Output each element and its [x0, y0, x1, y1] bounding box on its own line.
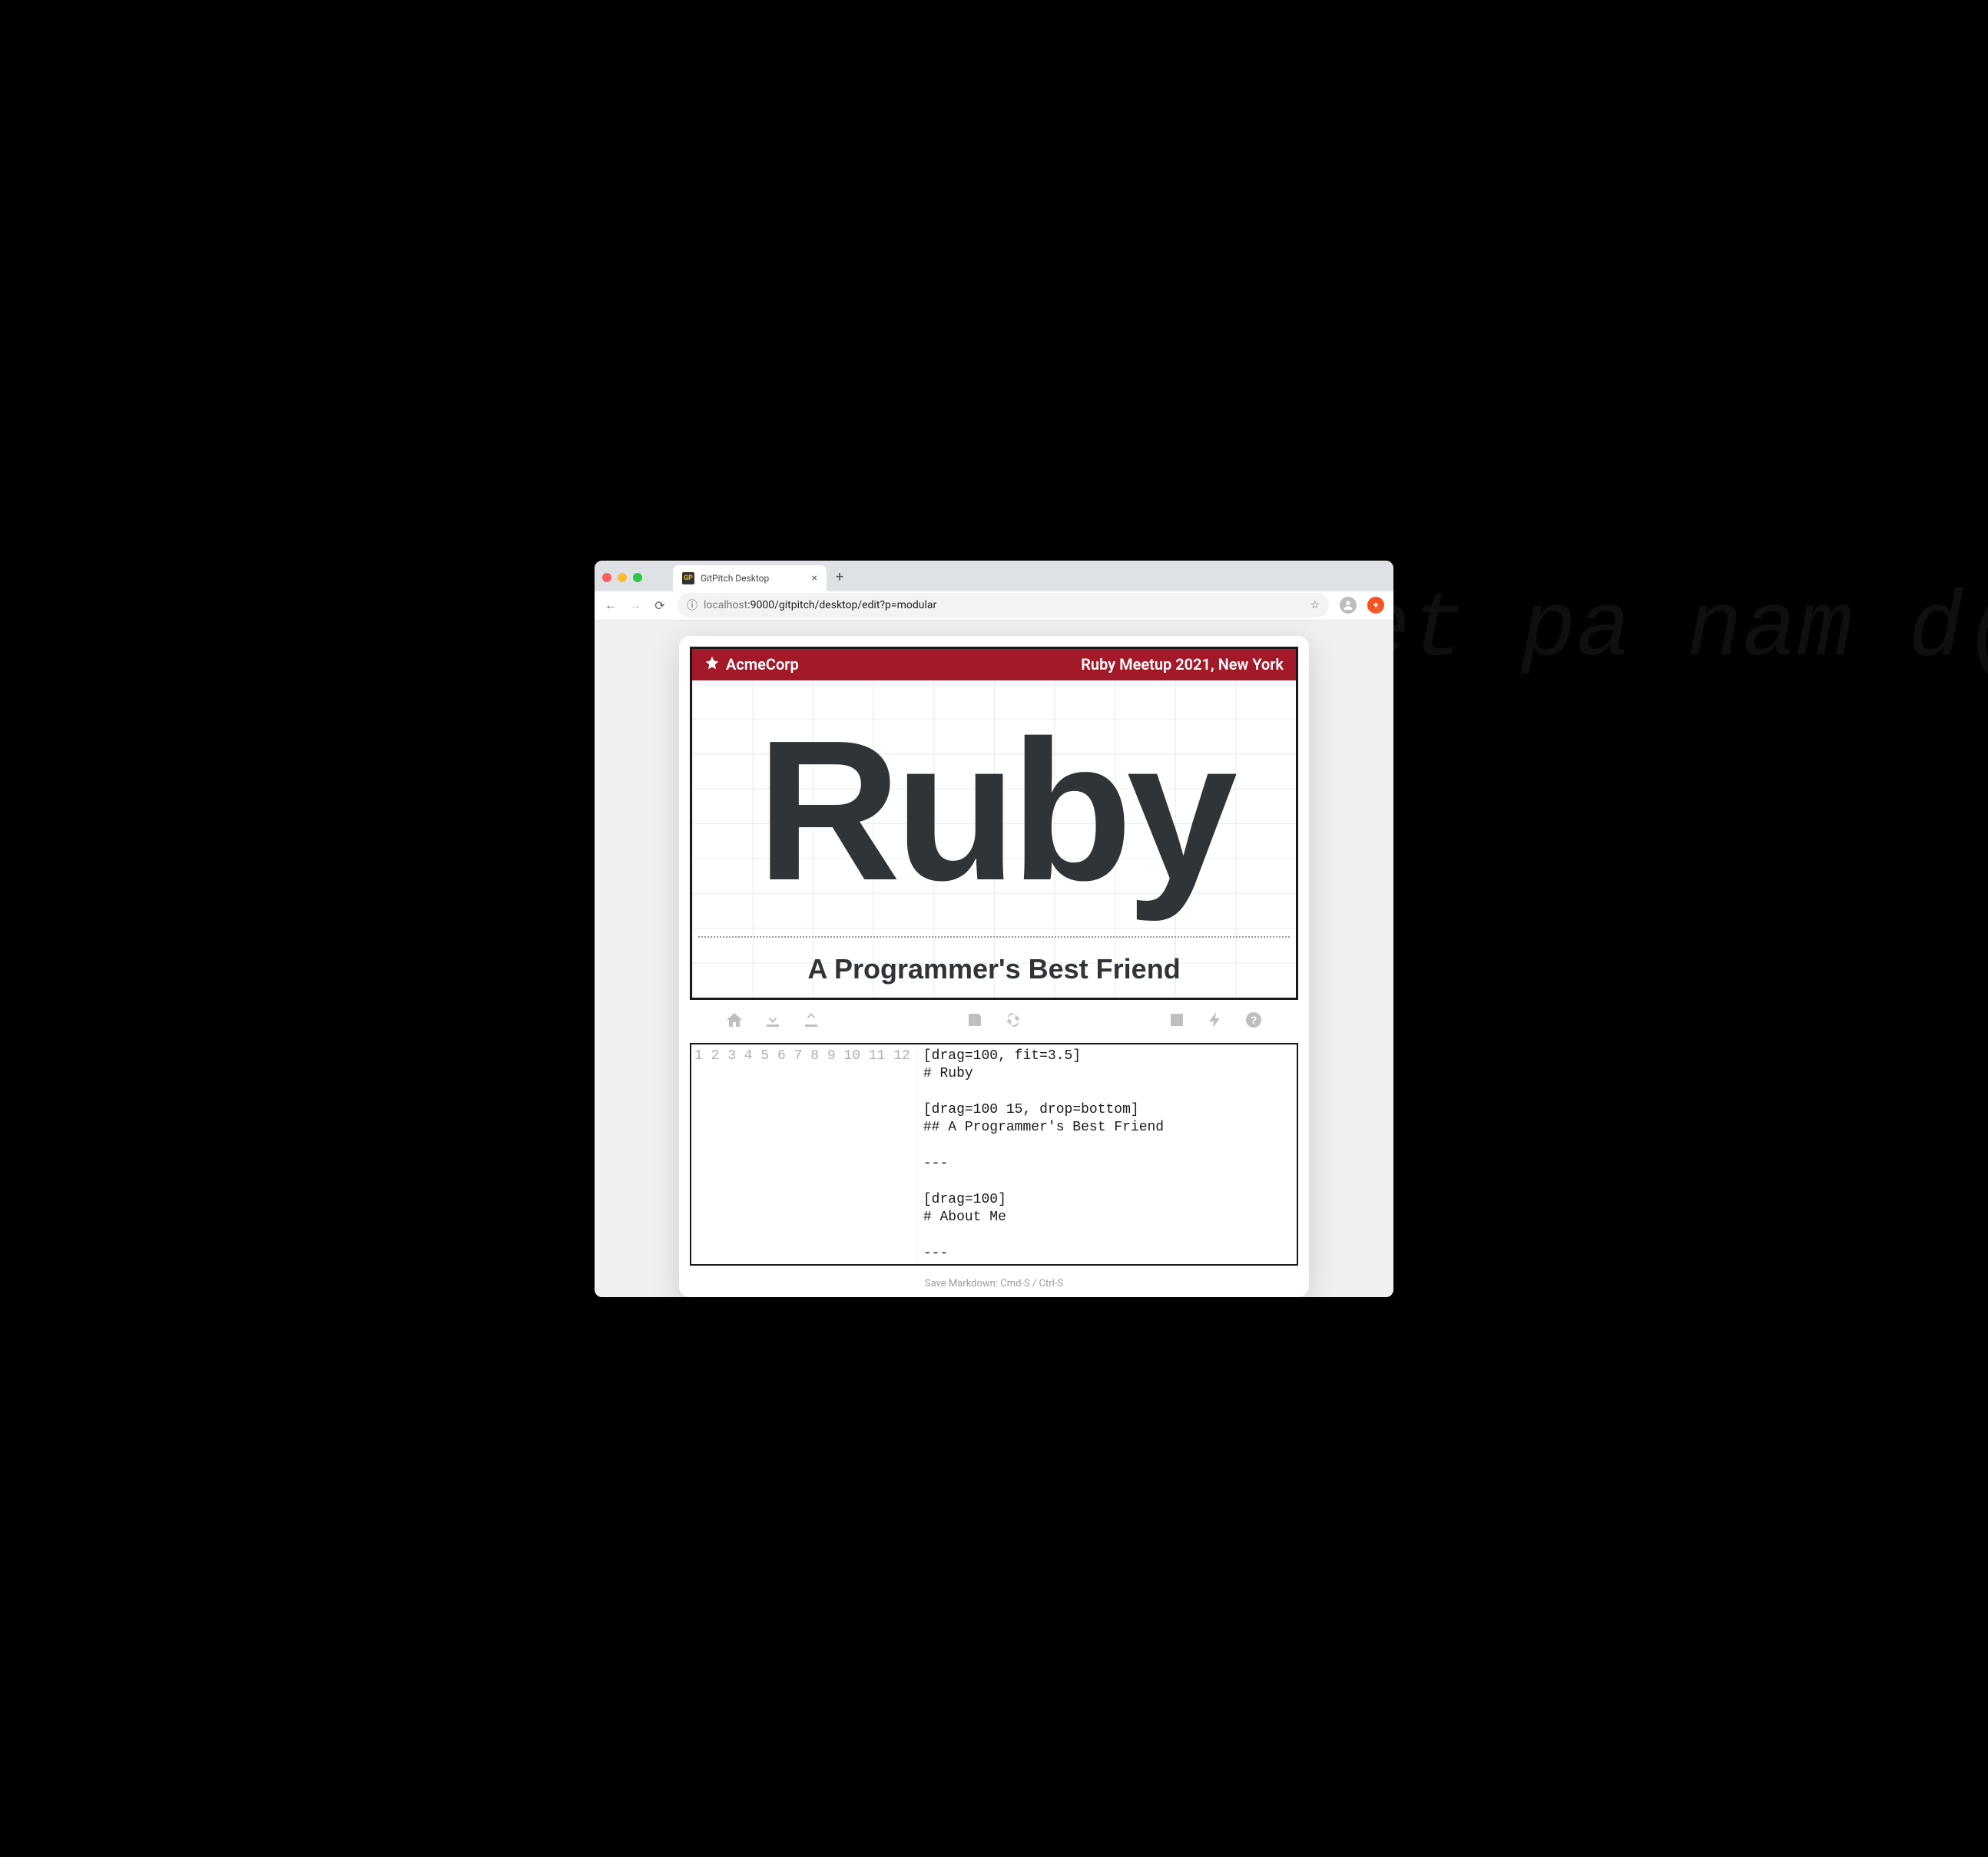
code-editor[interactable]: 1 2 3 4 5 6 7 8 9 10 11 12 [drag=100, fi…	[690, 1043, 1298, 1266]
forward-button[interactable]: →	[628, 597, 642, 613]
slide-subtitle: A Programmer's Best Friend	[692, 953, 1296, 985]
site-info-icon[interactable]: ⓘ	[687, 597, 697, 613]
editor-gutter: 1 2 3 4 5 6 7 8 9 10 11 12	[691, 1044, 917, 1264]
save-hint: Save Markdown: Cmd-S / Ctrl-S	[679, 1273, 1309, 1297]
bolt-icon[interactable]	[1206, 1011, 1224, 1032]
window-controls	[602, 573, 642, 582]
subtitle-separator	[698, 936, 1290, 938]
back-button[interactable]: ←	[604, 597, 618, 613]
new-tab-button[interactable]: +	[836, 569, 843, 585]
slide-brand: AcmeCorp	[726, 655, 799, 674]
address-bar: ← → ⟳ ⓘ localhost:9000/gitpitch/desktop/…	[595, 591, 1393, 621]
app-card: AcmeCorp Ruby Meetup 2021, New York Ruby…	[679, 636, 1309, 1297]
reload-button[interactable]: ⟳	[653, 598, 667, 613]
slide-event: Ruby Meetup 2021, New York	[1081, 655, 1284, 674]
tab-favicon: GP	[682, 572, 694, 584]
extension-icon[interactable]: ✦	[1367, 597, 1384, 614]
slide-title: Ruby	[757, 721, 1231, 901]
page-body: AcmeCorp Ruby Meetup 2021, New York Ruby…	[595, 621, 1393, 1297]
slide-preview-wrap: AcmeCorp Ruby Meetup 2021, New York Ruby…	[679, 636, 1309, 1000]
profile-icon[interactable]	[1340, 597, 1357, 614]
bookmark-icon[interactable]: ☆	[1310, 599, 1320, 611]
browser-window: GP GitPitch Desktop × + ← → ⟳ ⓘ localhos…	[595, 561, 1393, 1297]
minimize-window-icon[interactable]	[618, 573, 627, 582]
url-input[interactable]: ⓘ localhost:9000/gitpitch/desktop/edit?p…	[678, 593, 1329, 617]
save-icon[interactable]	[966, 1011, 984, 1032]
url-text: localhost:9000/gitpitch/desktop/edit?p=m…	[704, 599, 936, 611]
browser-tab[interactable]: GP GitPitch Desktop ×	[673, 565, 827, 591]
tab-title: GitPitch Desktop	[701, 573, 769, 584]
close-window-icon[interactable]	[602, 573, 611, 582]
download-icon[interactable]	[764, 1011, 782, 1032]
svg-text:?: ?	[1251, 1014, 1257, 1026]
refresh-icon[interactable]	[1004, 1011, 1022, 1032]
help-icon[interactable]: ?	[1244, 1011, 1263, 1032]
home-icon[interactable]	[725, 1011, 744, 1032]
slide-preview[interactable]: AcmeCorp Ruby Meetup 2021, New York Ruby…	[690, 647, 1298, 1000]
editor-code[interactable]: [drag=100, fit=3.5] # Ruby [drag=100 15,…	[917, 1044, 1297, 1264]
slide-title-area: Ruby	[692, 686, 1296, 936]
maximize-window-icon[interactable]	[633, 573, 642, 582]
close-tab-icon[interactable]: ×	[812, 572, 817, 584]
slide-header: AcmeCorp Ruby Meetup 2021, New York	[692, 649, 1296, 680]
editor-toolbar: ?	[679, 1000, 1309, 1043]
star-icon	[704, 655, 720, 674]
background-ghost-text: et pa nam d(	[1355, 557, 1988, 704]
tab-bar: GP GitPitch Desktop × +	[595, 561, 1393, 591]
upload-icon[interactable]	[802, 1011, 820, 1032]
image-icon[interactable]	[1168, 1011, 1186, 1032]
